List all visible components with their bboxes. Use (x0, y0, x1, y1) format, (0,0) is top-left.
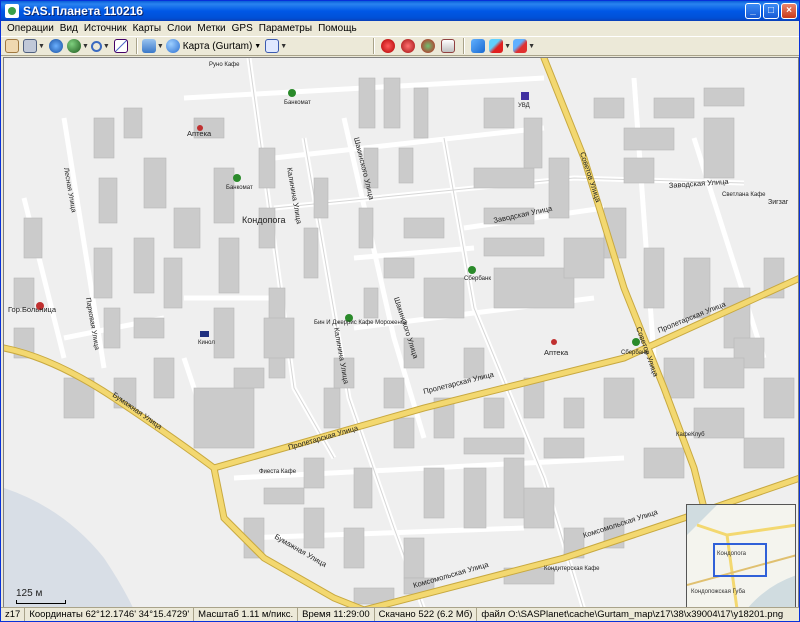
zoom-fit-button[interactable] (47, 37, 65, 55)
menu-maps[interactable]: Карты (131, 23, 166, 34)
gps-icon (471, 39, 486, 53)
police-marker[interactable] (521, 92, 529, 100)
poi-label: Зигзаг (768, 199, 789, 206)
layers-button[interactable]: ▼ (141, 37, 164, 55)
poi-label: УВД (518, 103, 530, 109)
pharmacy-marker[interactable] (551, 339, 557, 345)
app-icon (5, 4, 19, 18)
poi-label: Руно Кафе (209, 62, 240, 68)
minimap-label: Кондопожская Губа (691, 589, 746, 595)
cinema-marker[interactable] (200, 331, 209, 337)
menu-marks[interactable]: Метки (195, 23, 229, 34)
gps-settings-button[interactable]: ▼ (513, 37, 535, 55)
ruler-icon (113, 39, 128, 53)
poi-label: Фиеста Кафе (259, 469, 297, 475)
menu-layers[interactable]: Слои (165, 23, 195, 34)
status-downloaded: Скачано 522 (6.2 Мб) (375, 608, 478, 621)
title-bar[interactable]: SAS.Планета 110216 _ □ × (1, 1, 799, 21)
gps-track-button[interactable]: ▼ (489, 37, 511, 55)
magnifier-icon (90, 40, 102, 52)
poi-label: Банкомат (284, 100, 311, 106)
mark-poly-button[interactable] (419, 37, 437, 55)
overlay-button[interactable]: ▼ (265, 37, 287, 55)
mark-point-icon (381, 39, 396, 53)
poi-label: Кинол (198, 340, 215, 346)
globe-icon (66, 39, 81, 53)
status-bar: z17 Координаты 62°12.1746' 34°15.4729' М… (1, 607, 799, 621)
menu-view[interactable]: Вид (58, 23, 82, 34)
map-canvas[interactable]: Кондопога Пролетарская Улица Пролетарска… (4, 58, 799, 609)
map-view[interactable]: Кондопога Пролетарская Улица Пролетарска… (3, 57, 799, 609)
menu-source[interactable]: Источник (82, 23, 131, 34)
map-globe-icon (165, 39, 180, 53)
poi-label: Светлана Кафе (722, 192, 766, 198)
status-scale: Масштаб 1.11 м/пикс. (194, 608, 299, 621)
hand-icon (5, 39, 19, 53)
status-coords: Координаты 62°12.1746' 34°15.4729' (25, 608, 195, 621)
status-file: файл O:\SASPlanet\cache\Gurtam_map\z17\3… (481, 609, 784, 620)
maximize-button[interactable]: □ (763, 3, 779, 19)
gps-button[interactable] (469, 37, 487, 55)
menu-help[interactable]: Помощь (316, 23, 361, 34)
poi-label: Гор.Больница (8, 305, 57, 314)
mark-add-button[interactable] (379, 37, 397, 55)
menu-settings[interactable]: Параметры (257, 23, 316, 34)
close-button[interactable]: × (781, 3, 797, 19)
satellite-button[interactable]: ▼ (23, 37, 45, 55)
map-selector-label: Карта (Gurtam) (182, 40, 253, 52)
bankomat-marker[interactable] (288, 89, 296, 97)
marks-manager-button[interactable] (439, 37, 457, 55)
menu-operations[interactable]: Операции (5, 23, 58, 34)
status-zoom: z17 (1, 608, 26, 621)
search-button[interactable]: ▼ (90, 37, 110, 55)
sberbank-marker[interactable] (468, 266, 476, 274)
poi-label: Банкомат (226, 185, 253, 191)
minimap-viewport-frame[interactable] (713, 543, 767, 577)
town-label: Кондопога (242, 215, 285, 225)
mark-path-icon (401, 39, 416, 53)
satellite-icon (23, 39, 37, 53)
globe-button[interactable]: ▼ (66, 37, 89, 55)
layers-icon (141, 39, 156, 53)
marks-manager-icon (441, 39, 456, 53)
poi-label: Аптека (544, 348, 569, 357)
poi-label: Сбербанк (621, 350, 648, 356)
scale-label: 125 м (16, 588, 43, 599)
bankomat-marker[interactable] (233, 174, 241, 182)
hand-tool-button[interactable] (3, 37, 21, 55)
menu-gps[interactable]: GPS (230, 23, 257, 34)
poi-label: Бин И Джеррис Кафе Мороженое (314, 320, 408, 326)
app-window: SAS.Планета 110216 _ □ × Операции Вид Ис… (0, 0, 800, 622)
menu-bar: Операции Вид Источник Карты Слои Метки G… (1, 21, 799, 36)
mark-polygon-icon (421, 39, 436, 53)
gps-settings-icon (513, 39, 528, 53)
minimap[interactable]: Кондопога Кондопожская Губа (686, 504, 796, 608)
toolbar: ▼ ▼ ▼ ▼ Карта (Gurtam) ▼ ▼ ▼ ▼ (1, 36, 799, 56)
window-icon (265, 39, 280, 53)
mark-path-button[interactable] (399, 37, 417, 55)
poi-label: Кондитерская Кафе (544, 566, 600, 572)
minimize-button[interactable]: _ (745, 3, 761, 19)
gps-track-icon (489, 39, 504, 53)
poi-label: КафеКлуб (676, 432, 705, 438)
poi-label: Аптека (187, 129, 212, 138)
scale-bar: 125 м (16, 588, 66, 604)
poi-label: Сбербанк (464, 276, 491, 282)
ruler-button[interactable] (112, 37, 130, 55)
globe-zoom-icon (48, 39, 63, 53)
status-time: Время 11:29:00 (298, 608, 375, 621)
window-title: SAS.Планета 110216 (23, 4, 143, 18)
map-selector[interactable]: Карта (Gurtam) ▼ (165, 39, 261, 53)
